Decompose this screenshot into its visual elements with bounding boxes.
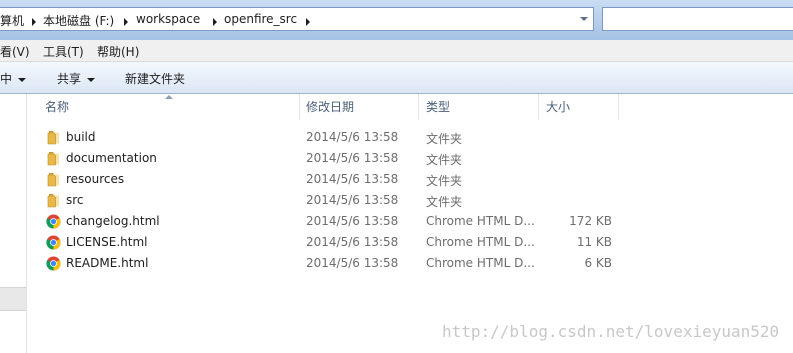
file-date-modified: 2014/5/6 13:58: [306, 193, 399, 207]
breadcrumb-separator-icon[interactable]: [213, 18, 217, 26]
file-name: documentation: [66, 151, 157, 165]
file-type: 文件夹: [426, 153, 463, 167]
column-type[interactable]: 类型: [419, 94, 539, 120]
file-name: src: [66, 193, 84, 207]
menu-help[interactable]: 帮助(H): [97, 43, 139, 60]
navigation-pane[interactable]: [0, 94, 27, 353]
file-row[interactable]: build 2014/5/6 13:58 文件夹: [28, 127, 793, 148]
address-box[interactable]: 算机 本地磁盘 (F:) workspace openfire_src: [0, 7, 594, 31]
search-input[interactable]: [602, 7, 793, 31]
column-name[interactable]: 名称: [38, 94, 300, 120]
chevron-down-icon: [18, 77, 27, 82]
breadcrumb-separator-icon[interactable]: [306, 18, 310, 26]
file-name: LICENSE.html: [66, 235, 148, 249]
folder-icon: [46, 172, 62, 187]
folder-icon: [46, 193, 62, 208]
chevron-down-icon: [87, 77, 96, 82]
file-type: 文件夹: [426, 174, 463, 188]
include-label: 中: [0, 72, 13, 86]
folder-icon: [46, 151, 62, 166]
include-in-library-button[interactable]: 中: [0, 70, 27, 87]
file-date-modified: 2014/5/6 13:58: [306, 172, 399, 186]
new-folder-button[interactable]: 新建文件夹: [125, 70, 185, 87]
chrome-html-icon: [46, 235, 62, 250]
breadcrumb-openfire-src[interactable]: openfire_src: [224, 12, 297, 26]
file-row[interactable]: changelog.html 2014/5/6 13:58 Chrome HTML …: [28, 211, 793, 232]
address-history-button[interactable]: [575, 9, 593, 29]
column-date-modified[interactable]: 修改日期: [299, 94, 419, 120]
file-type: Chrome HTML D...: [426, 214, 535, 228]
file-size: 6 KB: [584, 256, 612, 270]
file-type: 文件夹: [426, 132, 463, 146]
file-row[interactable]: LICENSE.html 2014/5/6 13:58 Chrome HTML D.…: [28, 232, 793, 253]
file-size: 172 KB: [569, 214, 612, 228]
share-label: 共享: [57, 72, 82, 86]
file-date-modified: 2014/5/6 13:58: [306, 151, 399, 165]
breadcrumb-separator-icon[interactable]: [32, 18, 36, 26]
chrome-html-icon: [46, 256, 62, 271]
menu-view[interactable]: 看(V): [0, 43, 30, 60]
chevron-down-icon: [580, 17, 588, 21]
file-row[interactable]: README.html 2014/5/6 13:58 Chrome HTML D..…: [28, 253, 793, 274]
file-row[interactable]: src 2014/5/6 13:58 文件夹: [28, 190, 793, 211]
file-date-modified: 2014/5/6 13:58: [306, 130, 399, 144]
file-date-modified: 2014/5/6 13:58: [306, 235, 399, 249]
file-list: build 2014/5/6 13:58 文件夹 documentation 2014/…: [28, 127, 793, 274]
file-row[interactable]: documentation 2014/5/6 13:58 文件夹: [28, 148, 793, 169]
column-header: 名称 修改日期 类型 大小: [28, 94, 793, 120]
file-type: 文件夹: [426, 195, 463, 209]
folder-icon: [46, 130, 62, 145]
breadcrumb-separator-icon[interactable]: [124, 18, 128, 26]
file-name: resources: [66, 172, 125, 186]
file-row[interactable]: resources 2014/5/6 13:58 文件夹: [28, 169, 793, 190]
address-bar: 算机 本地磁盘 (F:) workspace openfire_src: [0, 0, 793, 40]
menu-bar: 看(V) 工具(T) 帮助(H): [0, 40, 793, 62]
file-type: Chrome HTML D...: [426, 235, 535, 249]
breadcrumb-drive-f[interactable]: 本地磁盘 (F:): [43, 12, 114, 29]
watermark-text: http://blog.csdn.net/lovexieyuan520: [442, 322, 780, 341]
file-name: README.html: [66, 256, 149, 270]
share-button[interactable]: 共享: [57, 70, 96, 87]
menu-tools[interactable]: 工具(T): [43, 43, 84, 60]
file-date-modified: 2014/5/6 13:58: [306, 256, 399, 270]
breadcrumb-workspace[interactable]: workspace: [136, 12, 200, 26]
column-size[interactable]: 大小: [539, 94, 619, 120]
file-date-modified: 2014/5/6 13:58: [306, 214, 399, 228]
file-name: build: [66, 130, 96, 144]
breadcrumb-computer[interactable]: 算机: [0, 12, 24, 29]
file-name: changelog.html: [66, 214, 160, 228]
navigation-pane-scrollbar[interactable]: [0, 287, 26, 311]
command-bar: 中 共享 新建文件夹: [0, 62, 793, 94]
chrome-html-icon: [46, 214, 62, 229]
file-type: Chrome HTML D...: [426, 256, 535, 270]
file-size: 11 KB: [576, 235, 612, 249]
